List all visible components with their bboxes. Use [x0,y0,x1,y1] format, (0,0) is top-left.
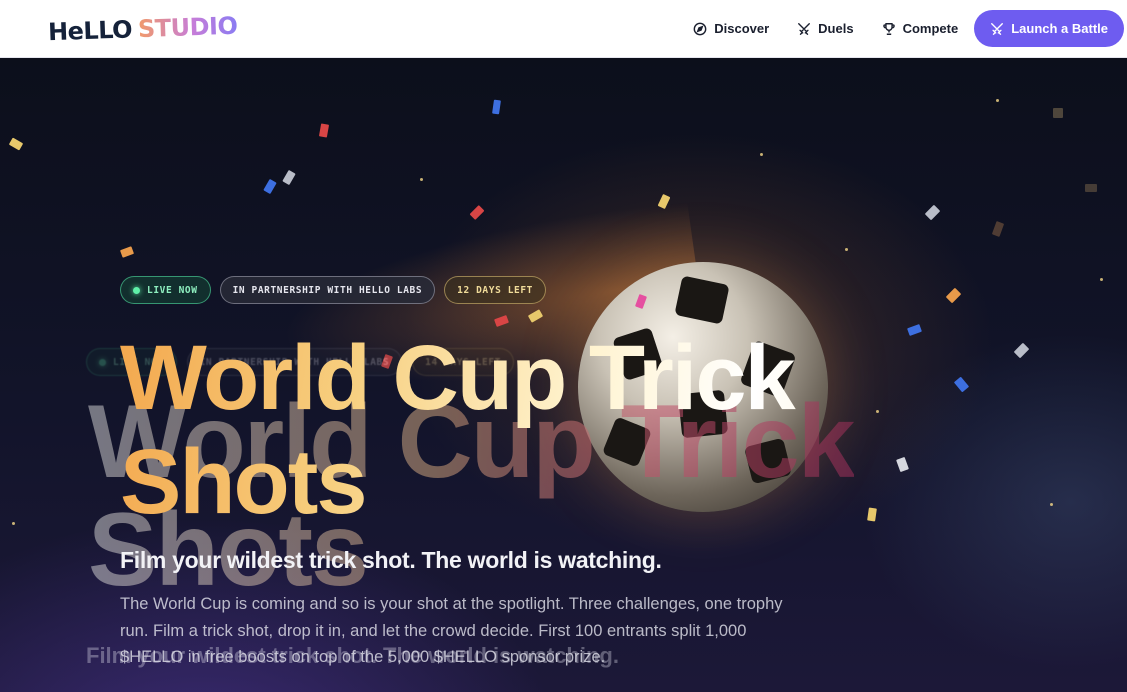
badge-live-label: LIVE NOW [147,284,198,296]
nav-link-duels-label: Duels [818,21,854,36]
hero-description: The World Cup is coming and so is your s… [120,595,783,666]
brand-logo-part1: HeLLO [47,14,133,46]
hero-subtitle: Film your wildest trick shot. The world … [120,547,662,573]
trophy-icon [882,22,895,35]
compass-icon [693,22,707,35]
launch-battle-label: Launch a Battle [1011,21,1108,36]
live-dot-icon [133,286,140,294]
brand-logo[interactable]: HeLLO STUDIO [48,11,238,46]
brand-logo-part2: STUDIO [137,11,238,43]
top-nav: HeLLO STUDIO Discover Duels Compete Laun… [0,0,1127,58]
nav-link-discover[interactable]: Discover [693,21,769,36]
nav-link-compete-label: Compete [902,21,959,36]
badge-days-left: 12 DAYS LEFT [444,276,546,304]
crossed-swords-icon [798,22,811,35]
crossed-swords-icon [991,22,1004,35]
nav-link-compete[interactable]: Compete [882,21,959,36]
nav-links: Discover Duels Compete Launch a Battle [693,10,1124,47]
hero-title-line1: World Cup Trick [120,327,794,429]
badge-days-label: 12 DAYS LEFT [457,284,533,296]
nav-link-discover-label: Discover [714,21,770,36]
badge-live-now: LIVE NOW [120,276,211,304]
hero-badges: LIVE NOW IN PARTNERSHIP WITH HELLO LABS … [120,276,546,304]
hero-title: World Cup Trick Shots [120,326,940,534]
badge-partnership: IN PARTNERSHIP WITH HELLO LABS [219,276,436,304]
hero-title-line2: Shots [120,431,366,533]
badge-partner-label: IN PARTNERSHIP WITH HELLO LABS [232,284,423,296]
hero-section: LIVE NOW IN PARTNERSHIP WITH HELLO LABS … [0,58,1127,692]
nav-link-duels[interactable]: Duels [797,21,854,36]
launch-battle-button[interactable]: Launch a Battle [974,10,1124,47]
